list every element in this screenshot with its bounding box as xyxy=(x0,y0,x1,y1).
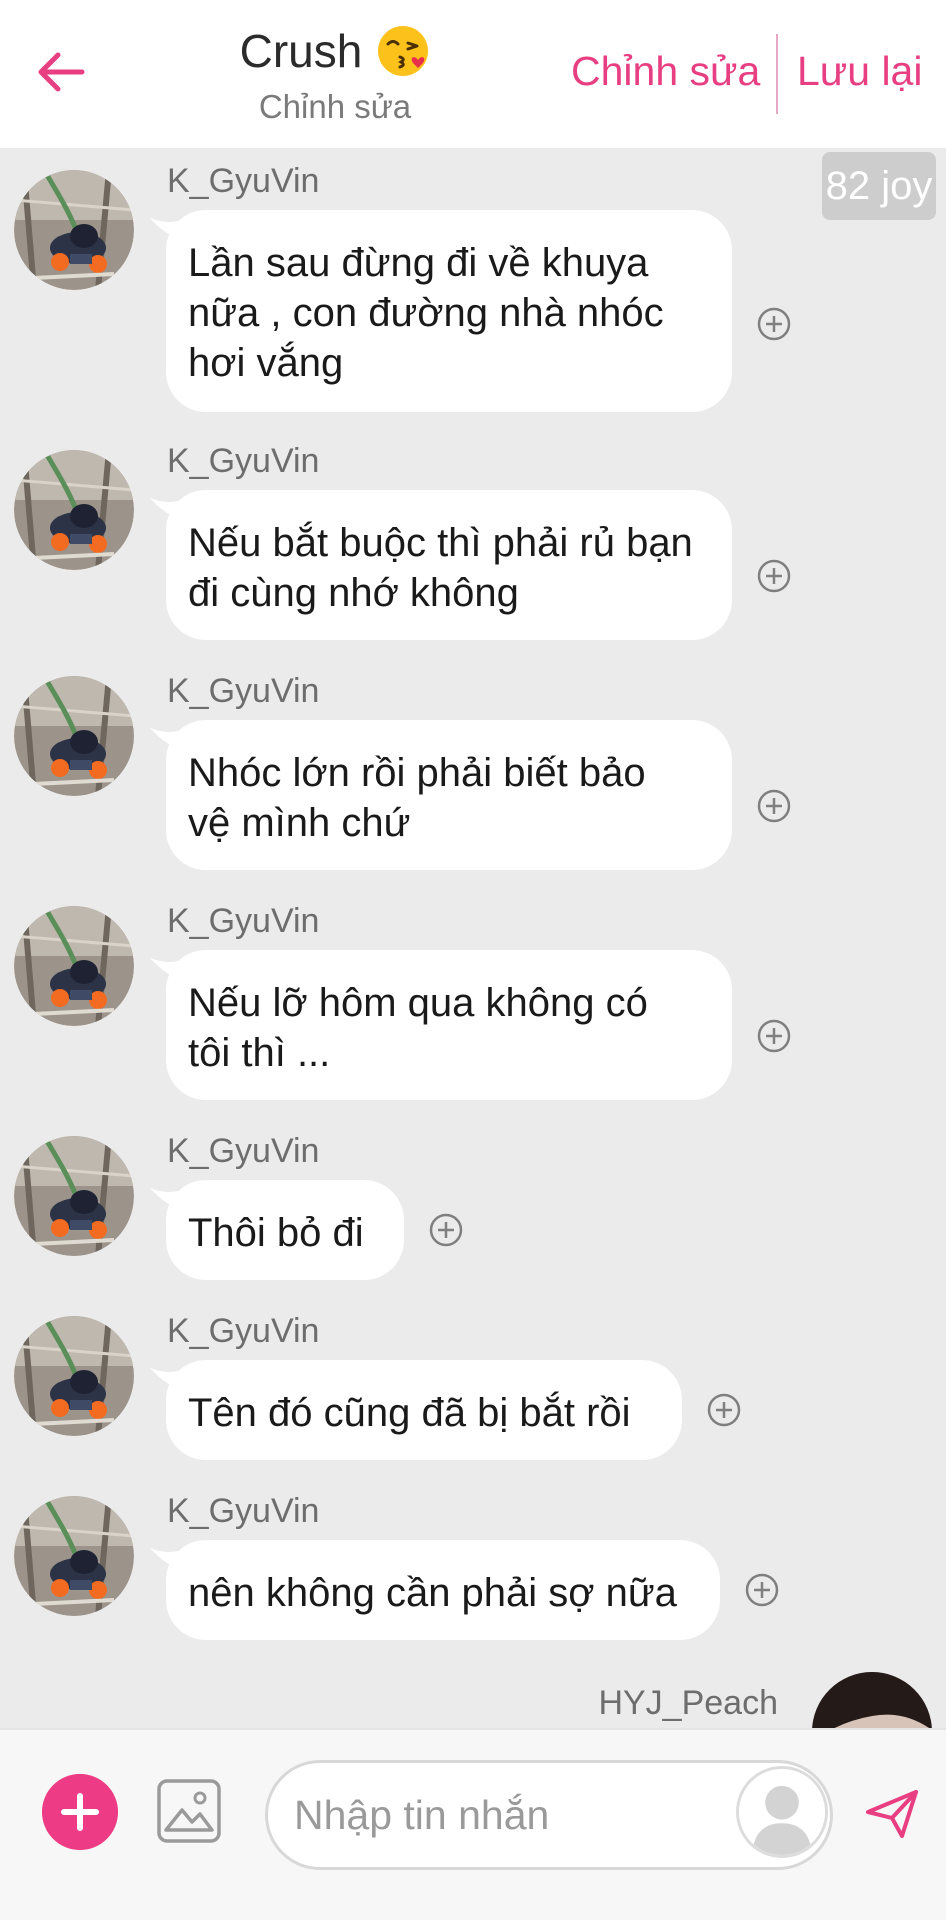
message-bubble[interactable]: Lần sau đừng đi về khuya nữa , con đường… xyxy=(166,210,732,412)
message-bubble[interactable]: Nếu lỡ hôm qua không có tôi thì ... xyxy=(166,950,732,1100)
avatar[interactable] xyxy=(14,906,134,1026)
my-sender-name: HYJ_Peach xyxy=(598,1684,778,1722)
avatar[interactable] xyxy=(14,676,134,796)
title-block: Crush Chỉnh sửa xyxy=(180,22,490,126)
arrow-left-icon[interactable] xyxy=(32,44,88,100)
page-title: Crush xyxy=(239,25,363,77)
message-bubble[interactable]: nên không cần phải sợ nữa xyxy=(166,1540,720,1640)
page-subtitle: Chỉnh sửa xyxy=(258,88,412,125)
add-reaction-icon[interactable] xyxy=(756,306,792,342)
sender-name: K_GyuVin xyxy=(167,1492,320,1530)
image-icon[interactable] xyxy=(156,1778,222,1844)
avatar[interactable] xyxy=(14,1496,134,1616)
chat-area[interactable]: 82 joy K_GyuVin Lần sau đừng đi về khuya… xyxy=(0,148,946,1728)
message-bubble[interactable]: Nhóc lớn rồi phải biết bảo vệ mình chứ xyxy=(166,720,732,870)
sender-name: K_GyuVin xyxy=(167,1132,320,1170)
message-bubble[interactable]: Tên đó cũng đã bị bắt rồi xyxy=(166,1360,682,1460)
avatar[interactable] xyxy=(14,170,134,290)
add-reaction-icon[interactable] xyxy=(744,1572,780,1608)
sender-name: K_GyuVin xyxy=(167,902,320,940)
add-reaction-icon[interactable] xyxy=(428,1212,464,1248)
kissing-face-emoji-icon xyxy=(378,26,429,76)
message-bubble[interactable]: Thôi bỏ đi xyxy=(166,1180,404,1280)
send-icon[interactable] xyxy=(864,1786,920,1842)
add-reaction-icon[interactable] xyxy=(756,1018,792,1054)
add-reaction-icon[interactable] xyxy=(756,788,792,824)
user-avatar-icon[interactable] xyxy=(736,1766,828,1858)
sender-name: K_GyuVin xyxy=(167,672,320,710)
sender-name: K_GyuVin xyxy=(167,162,320,200)
plus-icon[interactable] xyxy=(42,1774,118,1850)
edit-button[interactable]: Chỉnh sửa xyxy=(571,48,760,95)
sender-name: K_GyuVin xyxy=(167,442,320,480)
message-bubble[interactable]: Nếu bắt buộc thì phải rủ bạn đi cùng nhớ… xyxy=(166,490,732,640)
message-input-bar xyxy=(0,1728,946,1920)
sender-name: K_GyuVin xyxy=(167,1312,320,1350)
avatar[interactable] xyxy=(14,1136,134,1256)
my-avatar[interactable] xyxy=(812,1672,932,1728)
add-reaction-icon[interactable] xyxy=(706,1392,742,1428)
add-reaction-icon[interactable] xyxy=(756,558,792,594)
avatar[interactable] xyxy=(14,450,134,570)
save-button[interactable]: Lưu lại xyxy=(797,48,922,95)
joy-badge: 82 joy xyxy=(822,152,936,220)
header-divider xyxy=(776,34,778,114)
app-header: Crush Chỉnh sửa Chỉnh sửa Lưu lại xyxy=(0,0,946,148)
avatar[interactable] xyxy=(14,1316,134,1436)
